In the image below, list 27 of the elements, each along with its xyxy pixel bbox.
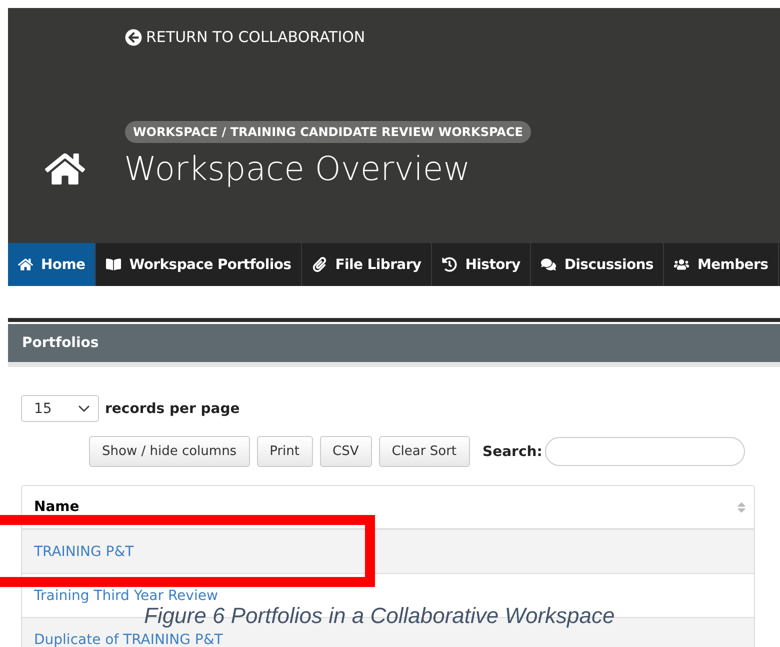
paperclip-icon (312, 257, 328, 272)
speech-bubbles-icon (541, 257, 556, 272)
portfolio-link[interactable]: Training Third Year Review (34, 588, 218, 604)
search-field[interactable] (545, 437, 746, 466)
sort-icon (735, 500, 748, 514)
history-icon (442, 257, 458, 272)
search-label: Search: (482, 444, 542, 460)
nav-tab[interactable]: Home (8, 243, 96, 286)
toolbar-button[interactable]: CSV (320, 436, 372, 467)
toolbar-button[interactable]: Clear Sort (378, 436, 470, 467)
figure-caption: Figure 6 Portfolios in a Collaborative Workspace (144, 603, 615, 628)
portfolio-link[interactable]: TRAINING P&T (34, 544, 134, 560)
chevron-down-icon (78, 404, 90, 412)
page-size-select[interactable]: 15 (21, 395, 99, 422)
breadcrumb: WORKSPACE / TRAINING CANDIDATE REVIEW WORKSPACE (125, 121, 531, 143)
toolbar-button[interactable]: Print (256, 436, 312, 467)
page-size-label: records per page (105, 400, 240, 416)
back-arrow-icon (125, 28, 142, 46)
panel-header: Portfolios (8, 324, 780, 367)
page-title: Workspace Overview (124, 149, 470, 188)
return-link[interactable]: RETURN TO COLLABORATION (125, 28, 366, 46)
book-icon (106, 257, 122, 272)
people-icon (674, 257, 690, 272)
toolbar-button[interactable]: Show / hide columns (89, 436, 250, 467)
portfolio-link[interactable]: Duplicate of TRAINING P&T (34, 632, 223, 647)
home-icon (18, 257, 33, 272)
home-icon (45, 150, 85, 186)
